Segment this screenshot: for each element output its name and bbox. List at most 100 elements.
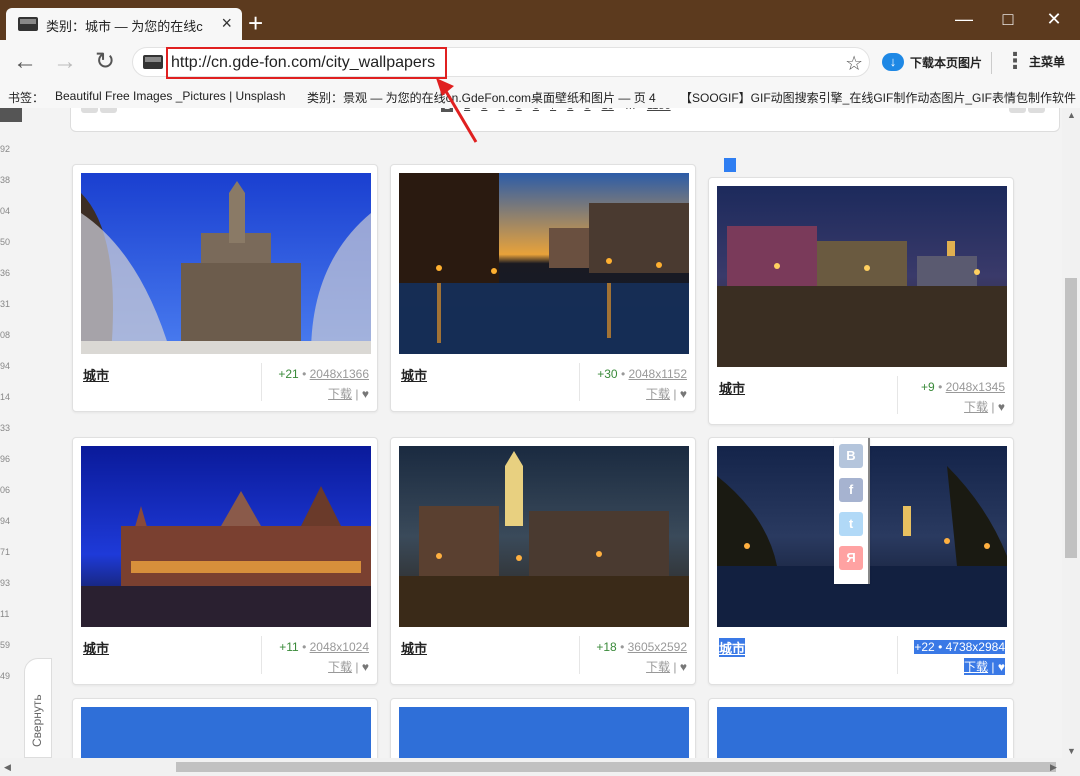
reload-button[interactable]: ↻ xyxy=(90,48,120,76)
horizontal-scroll-thumb[interactable] xyxy=(176,762,1056,772)
browser-toolbar: ← → ↻ http://cn.gde-fon.com/city_wallpap… xyxy=(0,40,1080,84)
download-page-images-button[interactable]: ↓ 下载本页图片 xyxy=(882,51,982,73)
pagination-bar: 1 2 3 4 5 6 7 8 9 10 … 1156 xyxy=(70,108,1060,132)
download-link[interactable]: 下载 xyxy=(328,387,352,401)
category-link[interactable]: 城市 xyxy=(719,378,745,397)
forward-button[interactable]: → xyxy=(50,48,80,76)
wallpaper-thumbnail[interactable] xyxy=(717,186,1007,367)
ruler-number: 96 xyxy=(0,454,11,464)
left-gutter-bar xyxy=(0,108,22,122)
twitter-share-icon[interactable]: t xyxy=(839,512,863,536)
heart-icon[interactable]: ♥ xyxy=(998,400,1005,414)
resolution-link[interactable]: 2048x1345 xyxy=(946,380,1005,394)
page-link[interactable]: 10 xyxy=(602,108,614,112)
yandex-share-icon[interactable]: Я xyxy=(839,546,863,570)
page-ellipsis: … xyxy=(625,108,636,112)
wallpaper-thumbnail[interactable] xyxy=(399,173,689,354)
resolution-link[interactable]: 4738x2984 xyxy=(946,640,1005,654)
category-link[interactable]: 城市 xyxy=(719,638,746,657)
page-link[interactable]: 9 xyxy=(584,108,590,112)
horizontal-scrollbar[interactable]: ◀ ▶ xyxy=(0,758,1080,776)
close-window-button[interactable]: ✕ xyxy=(1034,4,1074,34)
vote-count: +30 xyxy=(597,367,618,381)
share-panel: В f t Я xyxy=(834,438,870,584)
action-divider: | xyxy=(991,660,995,674)
ruler-number: 92 xyxy=(0,144,11,154)
wallpaper-card xyxy=(708,698,1014,758)
bookmark-item[interactable]: Beautiful Free Images _Pictures | Unspla… xyxy=(55,89,286,103)
download-link[interactable]: 下载 xyxy=(964,660,988,674)
page-link[interactable]: 5 xyxy=(516,108,522,112)
back-button[interactable]: ← xyxy=(10,48,40,76)
collapse-panel-tab[interactable]: Свернуть xyxy=(24,658,52,758)
download-link[interactable]: 下载 xyxy=(964,400,988,414)
heart-icon[interactable]: ♥ xyxy=(680,660,687,674)
wallpaper-thumbnail[interactable] xyxy=(81,707,371,758)
category-link[interactable]: 城市 xyxy=(83,638,109,657)
wallpaper-thumbnail[interactable] xyxy=(399,707,689,758)
heart-icon[interactable]: ♥ xyxy=(362,387,369,401)
category-link[interactable]: 城市 xyxy=(401,638,427,657)
resolution-link[interactable]: 2048x1152 xyxy=(629,367,688,381)
menu-dots-icon[interactable]: ⋮ xyxy=(1004,48,1026,74)
wallpaper-thumbnail[interactable] xyxy=(399,446,689,627)
scroll-up-arrow-icon[interactable]: ▲ xyxy=(1067,110,1076,120)
wallpaper-thumbnail[interactable] xyxy=(81,173,371,354)
ruler-number: 93 xyxy=(0,578,11,588)
heart-icon[interactable]: ♥ xyxy=(998,660,1005,674)
web-page: 92 38 04 50 36 31 08 94 14 33 96 06 94 71 93 11 59 49 Све… xyxy=(0,108,1062,758)
page-link[interactable]: 8 xyxy=(567,108,573,112)
download-link[interactable]: 下载 xyxy=(328,660,352,674)
heart-icon[interactable]: ♥ xyxy=(680,387,687,401)
scroll-left-arrow-icon[interactable]: ◀ xyxy=(4,762,11,773)
wallpaper-actions: 下载 | ♥ xyxy=(328,658,369,675)
heart-icon[interactable]: ♥ xyxy=(362,660,369,674)
facebook-share-icon[interactable]: f xyxy=(839,478,863,502)
resolution-link[interactable]: 2048x1366 xyxy=(310,367,369,381)
maximize-button[interactable]: □ xyxy=(988,4,1028,34)
wallpaper-card: 城市 +9 • 2048x1345 下载 | ♥ xyxy=(708,177,1014,425)
ruler-number: 94 xyxy=(0,516,11,526)
pager-next-controls[interactable] xyxy=(1009,108,1049,114)
tab-close-icon[interactable]: × xyxy=(221,13,232,33)
ruler-number: 71 xyxy=(0,547,11,557)
ruler-number: 94 xyxy=(0,361,11,371)
vertical-scroll-thumb[interactable] xyxy=(1065,278,1077,558)
new-tab-button[interactable]: + xyxy=(248,10,263,36)
tab-title: 类别：城市 — 为您的在线c xyxy=(46,19,203,34)
wallpaper-thumbnail[interactable] xyxy=(81,446,371,627)
category-link[interactable]: 城市 xyxy=(401,365,427,384)
address-bar[interactable]: http://cn.gde-fon.com/city_wallpapers ☆ xyxy=(132,47,870,79)
minimize-button[interactable]: — xyxy=(944,4,984,34)
scroll-down-arrow-icon[interactable]: ▼ xyxy=(1067,746,1076,756)
wallpaper-card: 城市 +30 • 2048x1152 下载 | ♥ xyxy=(390,164,696,412)
page-link[interactable]: 6 xyxy=(533,108,539,112)
ruler-number: 38 xyxy=(0,175,11,185)
download-link[interactable]: 下载 xyxy=(646,660,670,674)
page-link[interactable]: 4 xyxy=(498,108,504,112)
ruler-number: 50 xyxy=(0,237,11,247)
page-link-last[interactable]: 1156 xyxy=(647,108,671,112)
resolution-link[interactable]: 3605x2592 xyxy=(628,640,687,654)
page-link[interactable]: 7 xyxy=(550,108,556,112)
browser-window: 类别：城市 — 为您的在线c × + — □ ✕ ← → ↻ http://cn… xyxy=(0,0,1080,776)
url-text[interactable]: http://cn.gde-fon.com/city_wallpapers xyxy=(171,54,435,72)
bookmark-item[interactable]: 【SOOGIF】GIF动图搜索引擎_在线GIF制作动态图片_GIF表情包制作软件 xyxy=(680,89,1076,106)
vertical-scrollbar[interactable]: ▲ ▼ xyxy=(1062,108,1080,758)
main-menu-button[interactable]: 主菜单 xyxy=(1029,53,1065,70)
vk-share-icon[interactable]: В xyxy=(839,444,863,468)
wallpaper-meta: +18 • 3605x2592 xyxy=(596,640,687,654)
ruler-number: 31 xyxy=(0,299,11,309)
pager-prev-controls[interactable] xyxy=(81,108,121,114)
scroll-right-arrow-icon[interactable]: ▶ xyxy=(1050,762,1057,773)
bookmark-star-icon[interactable]: ☆ xyxy=(845,51,863,76)
meta-divider xyxy=(897,376,898,414)
wallpaper-thumbnail[interactable] xyxy=(717,707,1007,758)
resolution-link[interactable]: 2048x1024 xyxy=(310,640,369,654)
toolbar-divider xyxy=(991,52,992,74)
category-link[interactable]: 城市 xyxy=(83,365,109,384)
download-link[interactable]: 下载 xyxy=(646,387,670,401)
browser-tab[interactable]: 类别：城市 — 为您的在线c × xyxy=(6,8,242,40)
red-arrow-annotation xyxy=(436,78,478,143)
ruler-number: 08 xyxy=(0,330,11,340)
